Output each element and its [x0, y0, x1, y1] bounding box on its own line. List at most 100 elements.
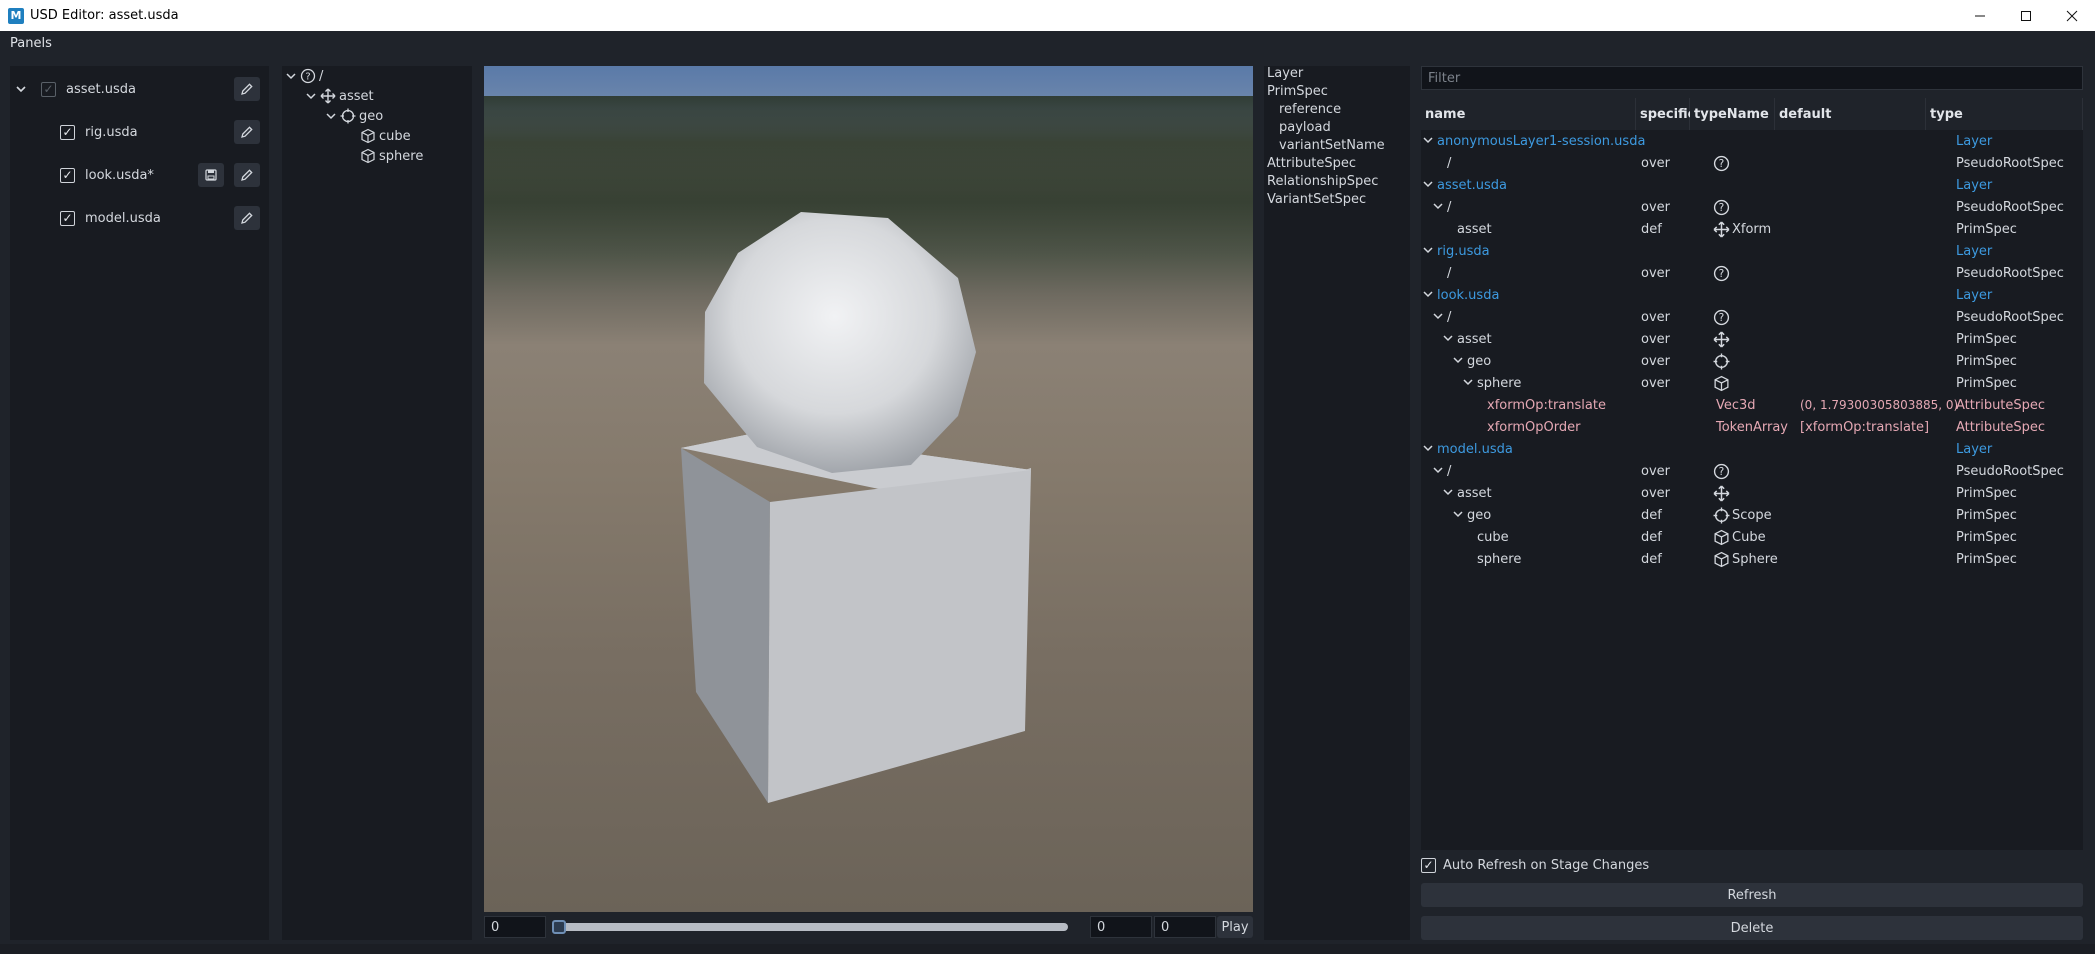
cube-icon [1713, 529, 1730, 546]
current-frame-field[interactable]: 0 [1090, 916, 1152, 938]
table-row[interactable]: / over ? PseudoRootSpec [1421, 153, 2083, 175]
column-header-type[interactable]: type [1926, 98, 2083, 130]
chevron-down-icon [1453, 508, 1463, 523]
save-icon [205, 169, 217, 181]
tree-item-sphere[interactable]: sphere [360, 146, 423, 166]
filter-input[interactable] [1421, 66, 2083, 90]
play-button[interactable]: Play [1217, 916, 1253, 938]
column-header-typename[interactable]: typeName [1690, 98, 1775, 130]
chevron-down-icon [306, 93, 316, 100]
delete-button[interactable]: Delete [1421, 916, 2083, 940]
spec-type-payload[interactable]: payload [1279, 120, 1331, 138]
table-row[interactable]: look.usda Layer [1421, 285, 2083, 307]
end-frame-field[interactable]: 0 [1154, 916, 1216, 938]
table-row[interactable]: sphere over PrimSpec [1421, 373, 2083, 395]
layer-row-look[interactable]: ✓ look.usda* [10, 161, 269, 189]
question-icon: ? [300, 68, 316, 84]
menu-bar: Panels [0, 31, 2095, 55]
column-header-name[interactable]: name [1421, 98, 1636, 130]
spec-type-reference[interactable]: reference [1279, 102, 1341, 120]
table-row[interactable]: geo over PrimSpec [1421, 351, 2083, 373]
edit-layer-button[interactable] [234, 206, 260, 230]
column-header-default[interactable]: default [1775, 98, 1926, 130]
scope-icon [1713, 353, 1730, 370]
chevron-down-icon [1423, 442, 1433, 457]
maximize-button[interactable] [2003, 0, 2049, 31]
timeline-slider-handle[interactable] [552, 920, 566, 934]
table-row[interactable]: anonymousLayer1-session.usda Layer [1421, 131, 2083, 153]
question-icon: ? [1713, 155, 1730, 172]
timeline-slider[interactable] [552, 923, 1068, 931]
layer-row-rig[interactable]: ✓ rig.usda [10, 118, 269, 146]
spec-type-layer[interactable]: Layer [1267, 66, 1303, 84]
question-icon: ? [1713, 463, 1730, 480]
chevron-down-icon [1423, 134, 1433, 149]
viewport-3d[interactable] [484, 66, 1253, 912]
move-icon [1713, 221, 1730, 238]
auto-refresh-row[interactable]: ✓ Auto Refresh on Stage Changes [1421, 856, 1649, 874]
move-icon [1713, 331, 1730, 348]
cube-icon [361, 128, 375, 144]
minimize-icon [1975, 15, 1985, 16]
table-row[interactable]: cube def Cube PrimSpec [1421, 527, 2083, 549]
menu-panels[interactable]: Panels [10, 36, 52, 51]
tree-item-cube[interactable]: cube [360, 126, 411, 146]
tree-item-root[interactable]: ? / [286, 66, 323, 86]
svg-text:?: ? [1719, 201, 1725, 214]
close-button[interactable] [2049, 0, 2095, 31]
question-icon: ? [1713, 265, 1730, 282]
table-row[interactable]: / over ? PseudoRootSpec [1421, 307, 2083, 329]
pencil-icon [241, 126, 253, 138]
layer-checkbox[interactable]: ✓ [60, 124, 75, 140]
table-row[interactable]: xformOp:translate Vec3d (0, 1.7930030580… [1421, 395, 2083, 417]
table-row[interactable]: geo def Scope PrimSpec [1421, 505, 2083, 527]
prim-tree-panel: ? / asset geo cube sphere [282, 66, 472, 940]
spec-type-attributespec[interactable]: AttributeSpec [1267, 156, 1356, 174]
spec-type-variantsetname[interactable]: variantSetName [1279, 138, 1385, 156]
auto-refresh-checkbox[interactable]: ✓ [1421, 857, 1436, 873]
tree-item-asset[interactable]: asset [306, 86, 374, 106]
table-row[interactable]: rig.usda Layer [1421, 241, 2083, 263]
chevron-down-icon [286, 73, 296, 80]
refresh-button[interactable]: Refresh [1421, 883, 2083, 907]
table-row[interactable]: xformOpOrder TokenArray [xformOp:transla… [1421, 417, 2083, 439]
cube-front-face [768, 470, 1031, 803]
edit-layer-button[interactable] [234, 163, 260, 187]
save-layer-button[interactable] [198, 163, 224, 187]
minimize-button[interactable] [1957, 0, 2003, 31]
start-frame-field[interactable]: 0 [484, 916, 546, 938]
table-row[interactable]: / over ? PseudoRootSpec [1421, 197, 2083, 219]
layer-name: model.usda [85, 210, 161, 226]
table-row[interactable]: asset over PrimSpec [1421, 483, 2083, 505]
spec-type-variantsetspec[interactable]: VariantSetSpec [1267, 192, 1366, 210]
chevron-down-icon [1423, 288, 1433, 303]
layer-checkbox[interactable]: ✓ [60, 167, 75, 183]
auto-refresh-label: Auto Refresh on Stage Changes [1443, 857, 1650, 873]
chevron-down-icon[interactable] [13, 81, 29, 97]
cube-icon [361, 148, 375, 164]
spec-type-relationshipspec[interactable]: RelationshipSpec [1267, 174, 1378, 192]
title-bar: M USD Editor: asset.usda [0, 0, 2095, 31]
status-bar [0, 944, 2095, 954]
tree-item-geo[interactable]: geo [326, 106, 383, 126]
layer-row-model[interactable]: ✓ model.usda [10, 204, 269, 232]
layer-checkbox[interactable]: ✓ [60, 210, 75, 226]
chevron-down-icon [1433, 200, 1443, 215]
table-row[interactable]: model.usda Layer [1421, 439, 2083, 461]
table-row[interactable]: / over ? PseudoRootSpec [1421, 461, 2083, 483]
edit-layer-button[interactable] [234, 120, 260, 144]
table-row[interactable]: / over ? PseudoRootSpec [1421, 263, 2083, 285]
edit-layer-button[interactable] [234, 77, 260, 101]
spec-table: name specifier typeName default type ano… [1421, 98, 2083, 850]
table-row[interactable]: sphere def Sphere PrimSpec [1421, 549, 2083, 571]
scene-render [484, 96, 1253, 803]
chevron-down-icon [1443, 486, 1453, 501]
svg-text:?: ? [1719, 311, 1725, 324]
table-row[interactable]: asset over PrimSpec [1421, 329, 2083, 351]
layer-checkbox[interactable]: ✓ [41, 81, 56, 97]
column-header-specifier[interactable]: specifier [1636, 98, 1703, 130]
spec-type-primspec[interactable]: PrimSpec [1267, 84, 1328, 102]
table-row[interactable]: asset def Xform PrimSpec [1421, 219, 2083, 241]
table-row[interactable]: asset.usda Layer [1421, 175, 2083, 197]
layer-row-asset[interactable]: ✓ asset.usda [10, 75, 269, 103]
